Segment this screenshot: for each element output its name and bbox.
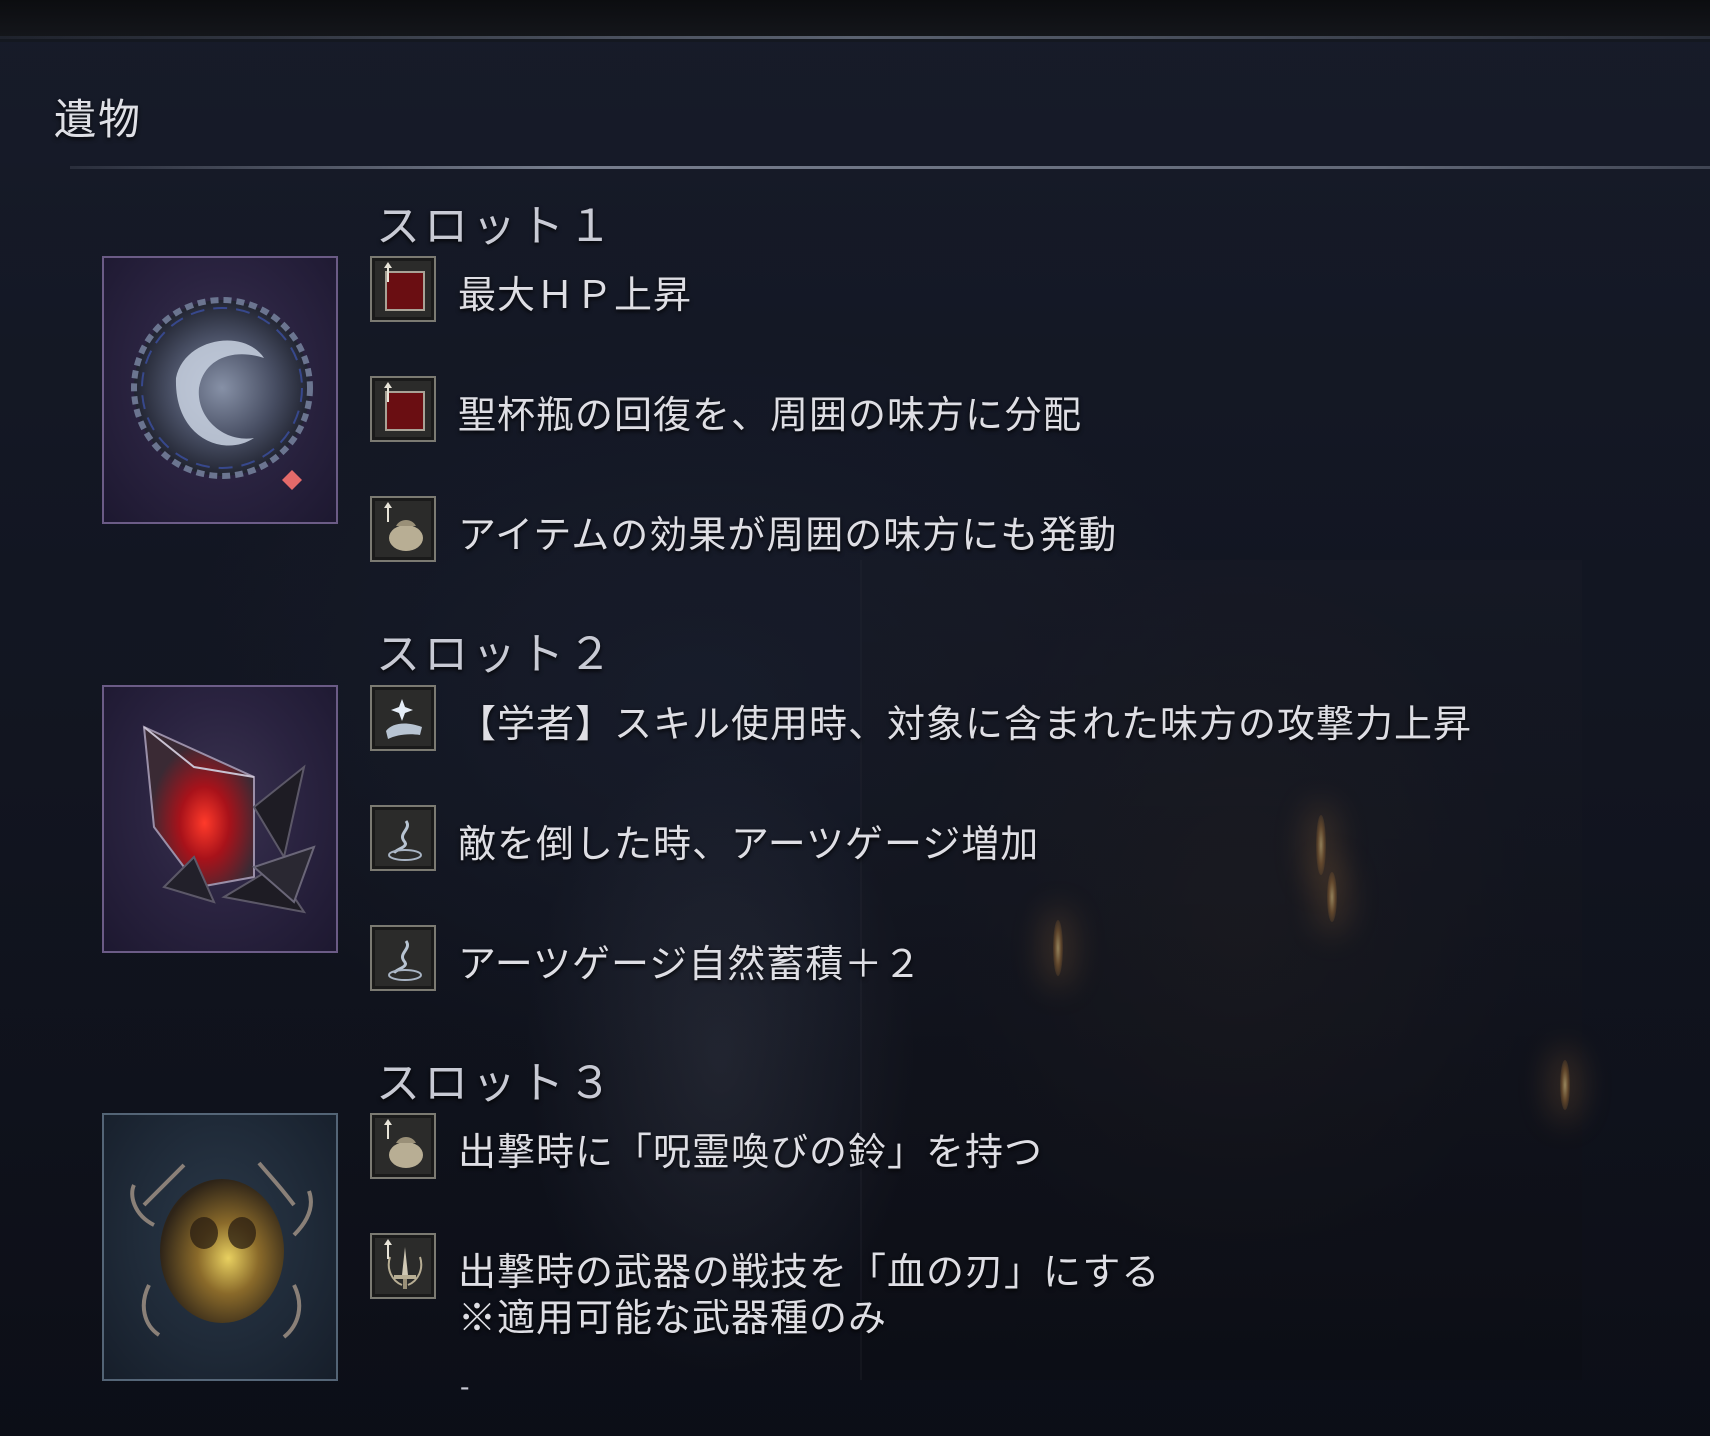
effect-text: 出撃時に「呪霊喚びの鈴」を持つ xyxy=(458,1130,1044,1174)
effect-text: アイテムの効果が周囲の味方にも発動 xyxy=(458,513,1118,557)
panel-top-border xyxy=(0,36,1710,39)
slot-2-header: スロット２ xyxy=(376,629,616,680)
effect-text: 最大ＨＰ上昇 xyxy=(458,273,693,317)
effect-text: 【学者】スキル使用時、対象に含まれた味方の攻撃力上昇 xyxy=(458,702,1473,746)
effect-text: 聖杯瓶の回復を、周囲の味方に分配 xyxy=(458,393,1083,437)
trailing-mark: - xyxy=(460,1370,470,1403)
slot-2-relic[interactable] xyxy=(102,685,338,953)
skill-hand-icon xyxy=(370,685,436,751)
effect-note: ※適用可能な武器種のみ xyxy=(458,1296,888,1340)
red-crystal-relic-icon xyxy=(142,725,316,914)
chained-moon-relic-icon xyxy=(131,297,313,490)
effect-text: アーツゲージ自然蓄積＋２ xyxy=(458,942,923,986)
page-title: 遺物 xyxy=(54,95,143,144)
slot-1-relic[interactable] xyxy=(102,256,338,524)
slot-1-header: スロット１ xyxy=(376,201,616,252)
slot-3-header: スロット３ xyxy=(376,1058,616,1109)
arts-swirl-icon xyxy=(370,925,436,991)
effect-text: 敵を倒した時、アーツゲージ増加 xyxy=(458,822,1040,866)
arts-swirl-icon xyxy=(370,805,436,871)
item-pouch-icon xyxy=(370,1113,436,1179)
title-divider xyxy=(70,166,1710,169)
blade-skill-icon xyxy=(370,1233,436,1299)
slot-3-relic[interactable] xyxy=(102,1113,338,1381)
amber-skull-relic-icon xyxy=(130,1161,313,1339)
red-square-stat-icon xyxy=(370,376,436,442)
red-square-stat-icon xyxy=(370,256,436,322)
item-pouch-icon xyxy=(370,496,436,562)
